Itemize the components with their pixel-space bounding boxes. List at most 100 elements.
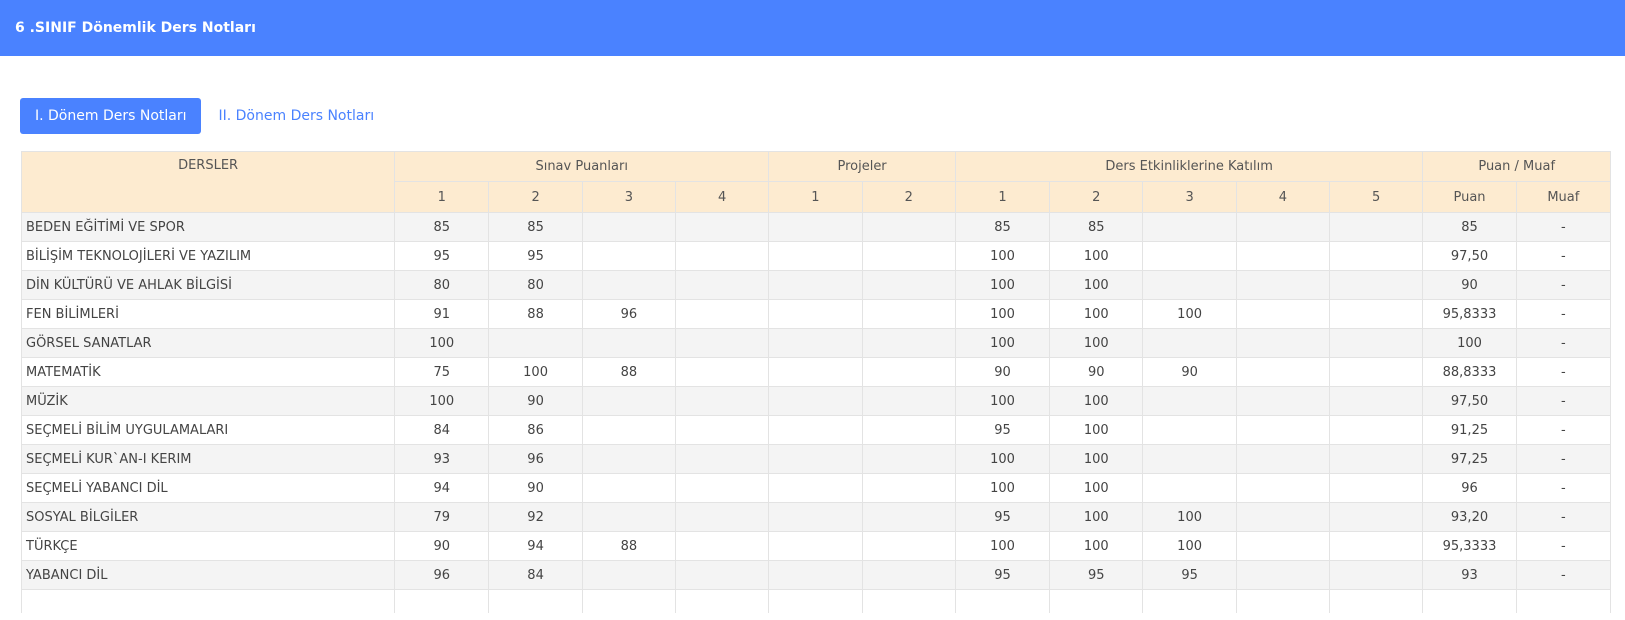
page-header: 6 .SINIF Dönemlik Ders Notları [0, 0, 1625, 56]
grade-cell [488, 328, 583, 358]
header-dersler: DERSLER [21, 151, 396, 213]
grade-cell: 100 [1049, 415, 1144, 445]
grade-cell: 85 [1049, 212, 1144, 242]
grade-cell: 80 [488, 270, 583, 300]
grade-cell [861, 560, 956, 590]
grade-cell [674, 502, 770, 532]
grade-cell [1235, 357, 1331, 387]
course-name: MÜZİK [21, 386, 396, 416]
grade-cell: 92 [488, 502, 583, 532]
course-name: SEÇMELİ KUR`AN-I KERIM [21, 444, 396, 474]
grade-cell [768, 357, 863, 387]
grade-cell [1329, 560, 1424, 590]
course-name: FEN BİLİMLERİ [21, 299, 396, 329]
grade-cell [1142, 328, 1237, 358]
grade-cell: 97,25 [1422, 444, 1517, 474]
grade-cell: 86 [488, 415, 583, 445]
grade-cell: 100 [1049, 444, 1144, 474]
grade-cell [861, 299, 956, 329]
grade-cell: 95 [1049, 560, 1144, 590]
course-name [21, 589, 396, 613]
grades-table-container: DERSLER Sınav Puanları Projeler Ders Etk… [21, 151, 1611, 613]
grade-cell: 90 [488, 386, 583, 416]
grade-cell: 85 [954, 212, 1051, 242]
grade-cell: 100 [1142, 299, 1237, 329]
course-name: MATEMATİK [21, 357, 396, 387]
header-puan-muaf: Puan / Muaf [1422, 151, 1611, 182]
grade-cell: 93 [394, 444, 490, 474]
grade-cell: 100 [1049, 531, 1144, 561]
grade-cell: - [1515, 270, 1611, 300]
grade-cell [488, 589, 583, 613]
grade-cell: 95,3333 [1422, 531, 1517, 561]
grade-cell: 100 [1049, 299, 1144, 329]
grade-cell: 94 [488, 531, 583, 561]
sub-header-cell: 2 [861, 181, 956, 213]
course-name: BİLİŞİM TEKNOLOJİLERİ VE YAZILIM [21, 241, 396, 271]
grade-cell: 96 [581, 299, 677, 329]
grade-cell: 95 [394, 241, 490, 271]
grade-cell [674, 357, 770, 387]
sub-header-cell: 3 [581, 181, 677, 213]
grade-cell [674, 444, 770, 474]
grade-cell: 85 [1422, 212, 1517, 242]
grade-cell [768, 386, 863, 416]
sub-header-cell: 3 [1142, 181, 1237, 213]
grade-cell: 85 [488, 212, 583, 242]
grade-cell [674, 299, 770, 329]
sub-header-cell: 2 [1049, 181, 1144, 213]
grade-cell [1329, 386, 1424, 416]
grade-cell: - [1515, 241, 1611, 271]
grade-cell: - [1515, 444, 1611, 474]
grade-cell [1235, 444, 1331, 474]
grade-cell [674, 531, 770, 561]
grade-cell: 88 [488, 299, 583, 329]
grade-cell: 100 [1049, 241, 1144, 271]
grade-cell [1235, 212, 1331, 242]
grade-cell: 100 [954, 386, 1051, 416]
grade-cell: 100 [954, 241, 1051, 271]
page-title: 6 .SINIF Dönemlik Ders Notları [15, 20, 256, 36]
table-row: SEÇMELİ YABANCI DİL 94 90 100 100 96- [21, 473, 1611, 503]
grade-cell: - [1515, 212, 1611, 242]
grade-cell: - [1515, 473, 1611, 503]
grade-cell [1329, 589, 1424, 613]
grade-cell [1329, 212, 1424, 242]
table-row: BEDEN EĞİTİMİ VE SPOR 85 85 85 85 85- [21, 212, 1611, 242]
grade-cell [1329, 473, 1424, 503]
tab-first-term[interactable]: I. Dönem Ders Notları [20, 98, 202, 134]
table-row: TÜRKÇE 90 94 88 100 100 100 95,3333- [21, 531, 1611, 561]
grade-cell [581, 328, 677, 358]
table-row: SEÇMELİ BİLİM UYGULAMALARI 84 86 95 100 91,25… [21, 415, 1611, 445]
grade-cell: 97,50 [1422, 386, 1517, 416]
grade-cell: - [1515, 386, 1611, 416]
tab-second-term[interactable]: II. Dönem Ders Notları [203, 98, 389, 134]
grade-cell: 100 [954, 299, 1051, 329]
grade-cell [861, 357, 956, 387]
grade-cell: 100 [1142, 502, 1237, 532]
grade-cell [1235, 473, 1331, 503]
grade-cell [768, 502, 863, 532]
grade-cell: - [1515, 560, 1611, 590]
grade-cell [581, 444, 677, 474]
grade-cell [1329, 531, 1424, 561]
grade-cell [861, 502, 956, 532]
sub-header-cell: 2 [488, 181, 583, 213]
grade-cell [1142, 473, 1237, 503]
course-name: YABANCI DİL [21, 560, 396, 590]
grade-cell [861, 531, 956, 561]
grade-cell: 100 [954, 473, 1051, 503]
grade-cell: 93,20 [1422, 502, 1517, 532]
grade-cell: 90 [954, 357, 1051, 387]
grade-cell: 91 [394, 299, 490, 329]
grade-cell: 85 [394, 212, 490, 242]
grade-cell: 100 [954, 270, 1051, 300]
grade-cell [674, 560, 770, 590]
grade-cell [1329, 502, 1424, 532]
grade-cell [768, 270, 863, 300]
grade-cell [581, 386, 677, 416]
grade-cell [1142, 241, 1237, 271]
grade-cell [1142, 270, 1237, 300]
grade-cell [394, 589, 490, 613]
grade-cell [1235, 589, 1331, 613]
